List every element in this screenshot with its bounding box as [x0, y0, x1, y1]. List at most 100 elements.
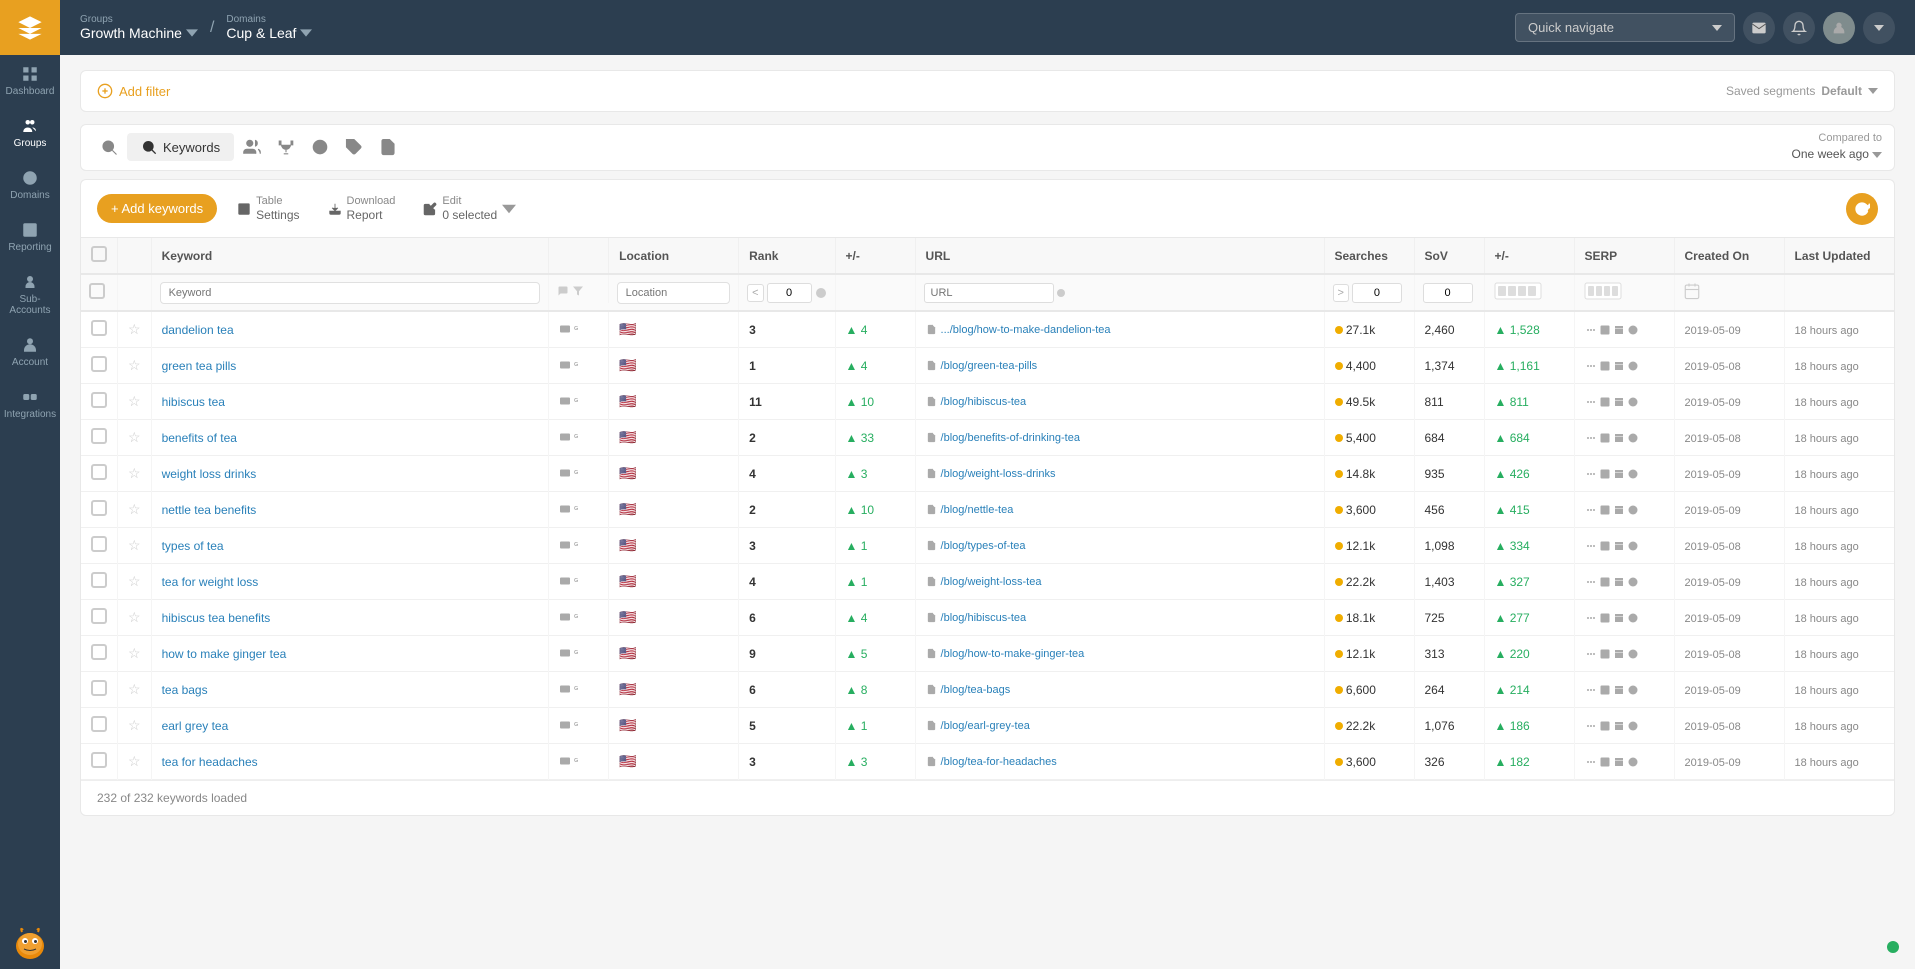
compared-to[interactable]: Compared to One week ago: [1792, 131, 1882, 164]
row-checkbox-9[interactable]: [91, 644, 107, 660]
row-checkbox-6[interactable]: [91, 536, 107, 552]
tab-target[interactable]: [304, 131, 336, 163]
serp-icon-2: [1599, 504, 1611, 516]
saved-segments-dropdown[interactable]: Saved segments Default: [1726, 84, 1878, 98]
keyword-link-3[interactable]: benefits of tea: [162, 431, 237, 445]
row-checkbox-3[interactable]: [91, 428, 107, 444]
star-button-4[interactable]: ☆: [128, 465, 141, 481]
searches-header[interactable]: Searches: [1324, 238, 1414, 274]
table-row: ☆ hibiscus tea benefits G 🇺🇸 6 ▲ 4 /blog…: [81, 600, 1894, 636]
updated-header[interactable]: Last Updated: [1784, 238, 1894, 274]
edit-button[interactable]: Edit 0 selected: [415, 190, 524, 228]
rank-header[interactable]: Rank: [739, 238, 835, 274]
svg-text:G: G: [574, 758, 578, 764]
sidebar-item-dashboard[interactable]: Dashboard: [0, 55, 60, 107]
keyword-link-7[interactable]: tea for weight loss: [162, 575, 259, 589]
tab-trophy[interactable]: [270, 131, 302, 163]
keyword-header[interactable]: Keyword: [151, 238, 548, 274]
star-button-0[interactable]: ☆: [128, 321, 141, 337]
doc-icon: [926, 324, 937, 335]
star-button-5[interactable]: ☆: [128, 501, 141, 517]
tab-scan[interactable]: [93, 131, 125, 163]
avatar-icon: [1831, 20, 1847, 36]
chat-filter-icon: [557, 285, 569, 297]
tab-notes[interactable]: [372, 131, 404, 163]
tab-keywords[interactable]: Keywords: [127, 133, 234, 161]
sidebar-item-integrations[interactable]: Integrations: [0, 378, 60, 430]
user-menu-button[interactable]: [1863, 12, 1895, 44]
star-button-9[interactable]: ☆: [128, 645, 141, 661]
app-logo[interactable]: [0, 0, 60, 55]
keyword-link-2[interactable]: hibiscus tea: [162, 395, 225, 409]
star-button-3[interactable]: ☆: [128, 429, 141, 445]
sidebar-item-reporting[interactable]: Reporting: [0, 211, 60, 263]
star-button-10[interactable]: ☆: [128, 681, 141, 697]
keyword-link-5[interactable]: nettle tea benefits: [162, 503, 257, 517]
add-filter-button[interactable]: Add filter: [97, 83, 170, 99]
refresh-button[interactable]: [1846, 193, 1878, 225]
serp-icon-2: [1599, 720, 1611, 732]
created-header[interactable]: Created On: [1674, 238, 1784, 274]
tab-competitors[interactable]: [236, 131, 268, 163]
sidebar-item-account[interactable]: Account: [0, 326, 60, 378]
keyword-link-0[interactable]: dandelion tea: [162, 323, 234, 337]
sov-delta-header[interactable]: +/-: [1484, 238, 1574, 274]
url-filter-input[interactable]: [924, 283, 1054, 303]
desktop-icon: [559, 576, 571, 588]
keyword-link-6[interactable]: types of tea: [162, 539, 224, 553]
searches-filter-input[interactable]: [1352, 283, 1402, 303]
sov-header[interactable]: SoV: [1414, 238, 1484, 274]
location-header[interactable]: Location: [609, 238, 739, 274]
keyword-link-4[interactable]: weight loss drinks: [162, 467, 257, 481]
row-checkbox-4[interactable]: [91, 464, 107, 480]
row-checkbox-10[interactable]: [91, 680, 107, 696]
add-keywords-button[interactable]: + Add keywords: [97, 194, 217, 223]
keyword-link-9[interactable]: how to make ginger tea: [162, 647, 287, 661]
star-button-2[interactable]: ☆: [128, 393, 141, 409]
location-filter-input[interactable]: [617, 282, 731, 304]
sidebar-item-groups[interactable]: Groups: [0, 107, 60, 159]
keyword-link-1[interactable]: green tea pills: [162, 359, 237, 373]
row-checkbox-11[interactable]: [91, 716, 107, 732]
rank-filter-input[interactable]: [767, 283, 812, 303]
sov-filter-input[interactable]: [1423, 283, 1473, 303]
rank-delta-header[interactable]: +/-: [835, 238, 915, 274]
row-checkbox-5[interactable]: [91, 500, 107, 516]
serp-header[interactable]: SERP: [1574, 238, 1674, 274]
url-header[interactable]: URL: [915, 238, 1324, 274]
select-all-header[interactable]: [81, 238, 118, 274]
sidebar-item-sub-accounts[interactable]: Sub-Accounts: [0, 263, 60, 326]
row-checkbox-12[interactable]: [91, 752, 107, 768]
user-avatar[interactable]: [1823, 12, 1855, 44]
chevron-down-icon: [502, 202, 516, 216]
keyword-link-8[interactable]: hibiscus tea benefits: [162, 611, 271, 625]
download-report-button[interactable]: Download Report: [320, 190, 404, 228]
star-button-8[interactable]: ☆: [128, 609, 141, 625]
keyword-link-11[interactable]: earl grey tea: [162, 719, 229, 733]
breadcrumb-domains[interactable]: Domains Cup & Leaf: [226, 14, 312, 41]
row-checkbox-2[interactable]: [91, 392, 107, 408]
quick-navigate-dropdown[interactable]: Quick navigate: [1515, 13, 1735, 42]
mail-button[interactable]: [1743, 12, 1775, 44]
star-button-11[interactable]: ☆: [128, 717, 141, 733]
keyword-filter-input[interactable]: [160, 282, 540, 304]
sidebar-item-domains[interactable]: Domains: [0, 159, 60, 211]
star-button-7[interactable]: ☆: [128, 573, 141, 589]
breadcrumb-groups[interactable]: Groups Growth Machine: [80, 14, 198, 41]
select-all-filter-checkbox[interactable]: [89, 283, 105, 299]
row-checkbox-1[interactable]: [91, 356, 107, 372]
row-checkbox-0[interactable]: [91, 320, 107, 336]
notifications-button[interactable]: [1783, 12, 1815, 44]
keyword-link-10[interactable]: tea bags: [162, 683, 208, 697]
tab-tags[interactable]: [338, 131, 370, 163]
star-button-1[interactable]: ☆: [128, 357, 141, 373]
serp-icon-2: [1599, 396, 1611, 408]
select-all-checkbox[interactable]: [91, 246, 107, 262]
star-button-12[interactable]: ☆: [128, 753, 141, 769]
row-checkbox-8[interactable]: [91, 608, 107, 624]
row-checkbox-7[interactable]: [91, 572, 107, 588]
svg-text:G: G: [574, 686, 578, 692]
table-settings-button[interactable]: Table Settings: [229, 190, 307, 228]
keyword-link-12[interactable]: tea for headaches: [162, 755, 258, 769]
star-button-6[interactable]: ☆: [128, 537, 141, 553]
